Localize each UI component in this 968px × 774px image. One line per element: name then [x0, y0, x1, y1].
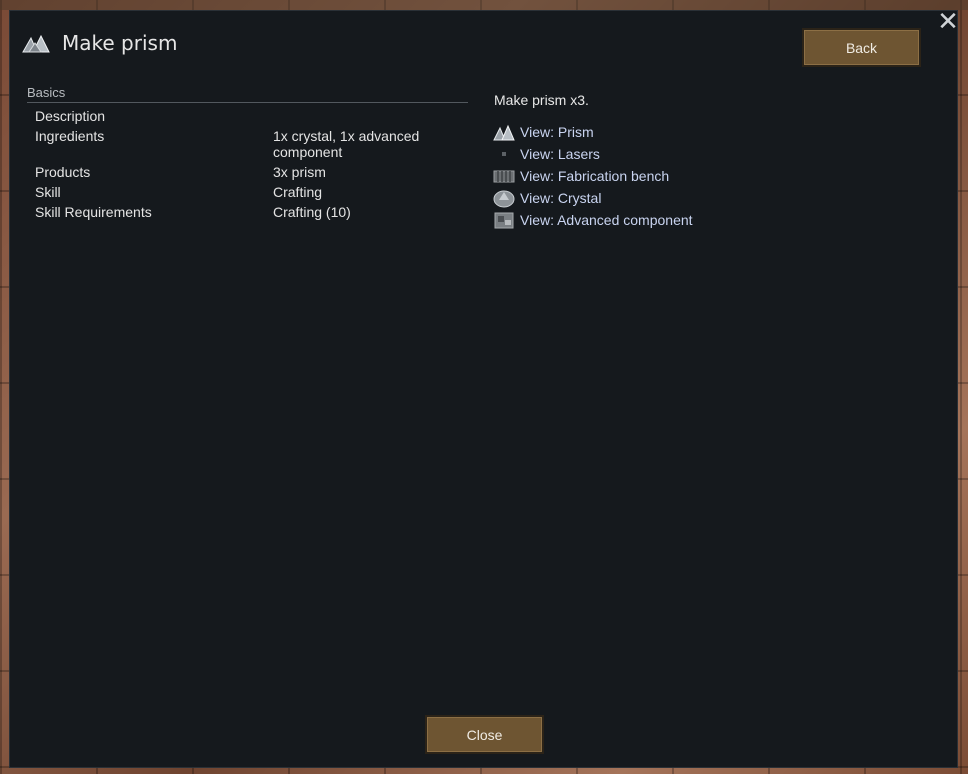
stat-label: Ingredients [35, 128, 105, 144]
description-text: Make prism x3. [494, 92, 589, 108]
link-label[interactable]: View: Fabrication bench [520, 168, 669, 184]
close-button[interactable]: Close [425, 715, 544, 754]
prism-icon [22, 34, 50, 53]
stat-label: Description [35, 108, 106, 124]
stat-row-description[interactable]: Description [35, 107, 455, 127]
link-view-crystal[interactable]: View: Crystal [493, 187, 693, 209]
prism-icon [493, 124, 515, 141]
info-dialog: ✕ Make prism Back Basics Description Ing… [9, 9, 961, 768]
hyperlink-list: View: Prism View: Lasers View: Fabricati… [493, 121, 693, 231]
background-strip [0, 0, 968, 10]
stat-label: Skill Requirements [35, 204, 152, 220]
link-label[interactable]: View: Crystal [520, 190, 601, 206]
dot-icon [502, 152, 506, 156]
link-label[interactable]: View: Advanced component [520, 212, 693, 228]
link-label[interactable]: View: Lasers [520, 146, 600, 162]
link-view-prism[interactable]: View: Prism [493, 121, 693, 143]
section-divider [27, 102, 468, 103]
basics-stats: Description Ingredients 1x crystal, 1x a… [35, 107, 455, 223]
component-icon [494, 212, 514, 229]
stat-value: Crafting [273, 184, 323, 200]
stat-value: 1x crystal, 1x advanced component [273, 128, 420, 160]
bench-icon [493, 170, 515, 183]
stat-label: Skill [35, 184, 61, 200]
stat-value: 3x prism [273, 164, 326, 180]
stat-label: Products [35, 164, 91, 180]
stat-value: Crafting (10) [273, 204, 351, 220]
link-view-lasers[interactable]: View: Lasers [493, 143, 693, 165]
back-button[interactable]: Back [802, 28, 921, 67]
stat-row-products[interactable]: Products 3x prism [35, 163, 455, 183]
link-label[interactable]: View: Prism [520, 124, 594, 140]
stat-row-ingredients[interactable]: Ingredients 1x crystal, 1x advanced comp… [35, 127, 455, 163]
link-view-advanced-component[interactable]: View: Advanced component [493, 209, 693, 231]
link-view-fabrication-bench[interactable]: View: Fabrication bench [493, 165, 693, 187]
stat-row-skill-requirements[interactable]: Skill Requirements Crafting (10) [35, 203, 455, 223]
stat-row-skill[interactable]: Skill Crafting [35, 183, 455, 203]
section-label-basics: Basics [27, 85, 66, 100]
crystal-icon [493, 190, 515, 208]
dialog-title: Make prism [62, 31, 178, 55]
stat-value [273, 108, 453, 124]
close-icon[interactable]: ✕ [935, 9, 961, 35]
